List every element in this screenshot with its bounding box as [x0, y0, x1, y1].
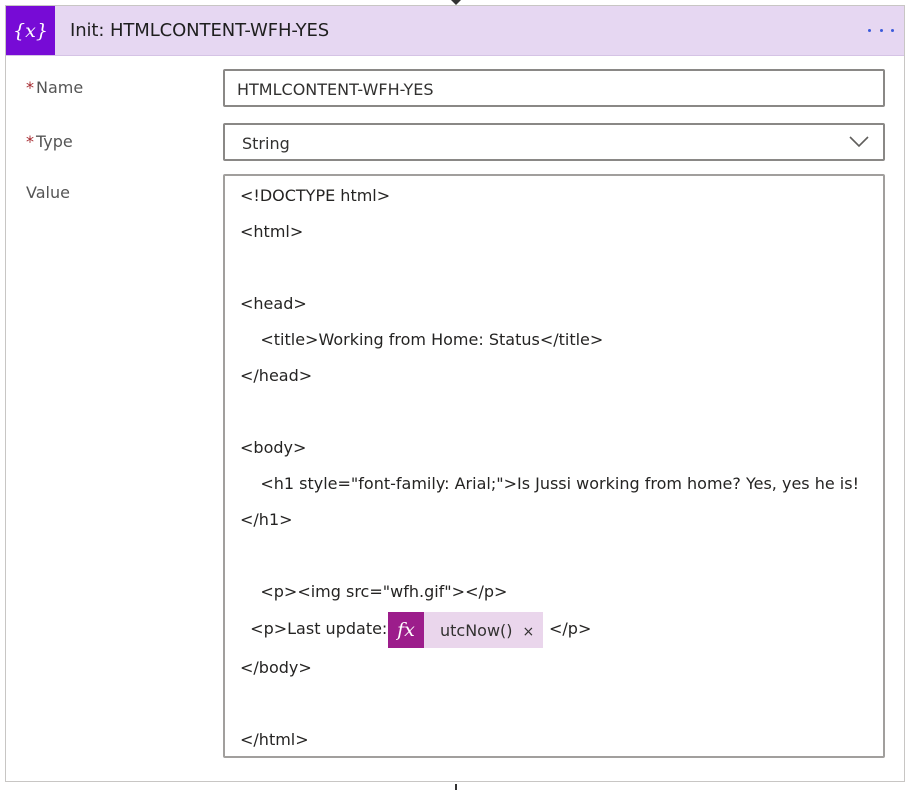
code-line: </html>: [240, 730, 309, 749]
code-line: </h1>: [240, 510, 293, 529]
value-label: Value: [26, 183, 70, 202]
chevron-down-icon: [849, 136, 869, 148]
more-options-icon[interactable]: [868, 22, 894, 38]
type-label: * Type: [26, 132, 73, 151]
expression-token[interactable]: fx utcNow() ×: [388, 612, 543, 648]
code-line: <!DOCTYPE html>: [240, 186, 391, 205]
variable-icon: {x}: [6, 6, 55, 55]
initialize-variable-card: {x} Init: HTMLCONTENT-WFH-YES * Name HTML…: [5, 5, 905, 782]
value-editor[interactable]: <!DOCTYPE html> <html> <head> <title>Wor…: [223, 174, 885, 758]
code-line: <h1 style="font-family: Arial;">Is Jussi…: [240, 474, 859, 493]
code-line: <p><img src="wfh.gif"></p>: [240, 582, 508, 601]
code-line: </p>: [549, 619, 592, 638]
expression-text: utcNow(): [440, 621, 513, 640]
code-line: <title>Working from Home: Status</title>: [240, 330, 604, 349]
type-dropdown[interactable]: String: [223, 123, 885, 161]
code-line: <head>: [240, 294, 307, 313]
code-line: <html>: [240, 222, 304, 241]
function-icon: fx: [388, 612, 424, 648]
connector-line: [455, 784, 457, 790]
card-header[interactable]: {x} Init: HTMLCONTENT-WFH-YES: [6, 6, 904, 56]
code-line: </body>: [240, 658, 312, 677]
remove-token-icon[interactable]: ×: [523, 612, 535, 648]
card-title: Init: HTMLCONTENT-WFH-YES: [70, 20, 330, 41]
code-line: <p>Last update:: [240, 619, 393, 638]
code-line: </head>: [240, 366, 313, 385]
name-label: * Name: [26, 78, 84, 97]
type-value: String: [242, 134, 290, 153]
code-line: <body>: [240, 438, 307, 457]
name-field[interactable]: HTMLCONTENT-WFH-YES: [223, 69, 885, 107]
